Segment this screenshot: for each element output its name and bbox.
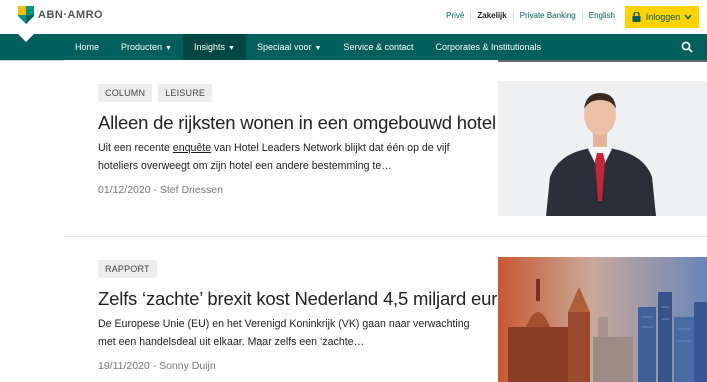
article-tags: COLUMN LEISURE	[98, 84, 490, 102]
article-divider	[64, 236, 707, 237]
nav-producten[interactable]: Producten ▼	[110, 34, 183, 60]
nav-insights[interactable]: Insights ▼	[182, 34, 246, 60]
chevron-down-icon: ▼	[228, 45, 235, 52]
tag-leisure[interactable]: LEISURE	[158, 84, 213, 102]
top-link-private-banking[interactable]: Private Banking	[512, 11, 582, 20]
chevron-down-icon: ▼	[314, 45, 322, 52]
top-link-prive[interactable]: Privé	[440, 11, 470, 20]
nav-home[interactable]: Home	[64, 34, 110, 60]
tag-column[interactable]: COLUMN	[98, 84, 153, 102]
nav-corporates-label: Corporates & Institutionals	[435, 42, 542, 52]
segment-links: Privé Zakelijk Private Banking English	[440, 11, 621, 20]
nav-speciaal-voor-label: Speciaal voor	[256, 42, 312, 52]
brand-logo[interactable]: ABN·AMRO	[18, 6, 103, 24]
article-meta: 19/11/2020 - Sonny Duijn	[98, 360, 216, 372]
left-rule	[0, 60, 64, 61]
login-button[interactable]: Inloggen	[625, 6, 699, 28]
lock-icon	[632, 12, 641, 22]
previous-article-image-edge	[498, 60, 707, 62]
article-card: COLUMN LEISURE Alleen de rijksten wonen …	[98, 84, 496, 196]
article-thumbnail-brexit[interactable]	[498, 257, 707, 382]
article-thumbnail-portrait[interactable]	[498, 81, 707, 216]
nav-active-notch	[18, 34, 34, 42]
login-label: Inloggen	[645, 12, 681, 22]
nav-service-contact-label: Service & contact	[343, 42, 414, 52]
top-bar: ABN·AMRO Privé Zakelijk Private Banking …	[0, 0, 707, 34]
article-tags: RAPPORT	[98, 260, 490, 278]
top-link-english[interactable]: English	[581, 11, 621, 20]
nav-producten-label: Producten	[121, 42, 163, 52]
article-title[interactable]: Alleen de rijksten wonen in een omgebouw…	[98, 112, 496, 134]
brand-name: ABN·AMRO	[38, 9, 104, 21]
tag-rapport[interactable]: RAPPORT	[98, 260, 157, 278]
article-title[interactable]: Zelfs ‘zachte’ brexit kost Nederland 4,5…	[98, 288, 507, 310]
nav-insights-label: Insights	[193, 42, 226, 52]
chevron-down-icon	[684, 14, 692, 20]
article-card: RAPPORT Zelfs ‘zachte’ brexit kost Neder…	[98, 260, 507, 372]
shield-logo-icon	[18, 6, 34, 24]
nav-service-contact[interactable]: Service & contact	[332, 34, 424, 60]
nav-speciaal-voor[interactable]: Speciaal voor ▼	[246, 34, 332, 60]
main-nav: Home Producten ▼ Insights ▼ Speciaal voor ▼…	[0, 34, 707, 60]
nav-home-label: Home	[75, 42, 100, 52]
top-link-zakelijk[interactable]: Zakelijk	[470, 11, 512, 20]
nav-corporates[interactable]: Corporates & Institutionals	[424, 34, 552, 60]
enquete-link[interactable]: enquête	[173, 142, 211, 154]
article-summary: De Europese Unie (EU) en het Verenigd Ko…	[98, 318, 470, 348]
chevron-down-icon: ▼	[165, 45, 172, 52]
search-icon[interactable]	[681, 41, 693, 53]
article-summary: Uit een recente enquête van Hotel Leader…	[98, 139, 490, 175]
summary-text: Uit een recente	[98, 142, 173, 154]
article-meta: 01/12/2020 - Stef Driessen	[98, 184, 223, 196]
